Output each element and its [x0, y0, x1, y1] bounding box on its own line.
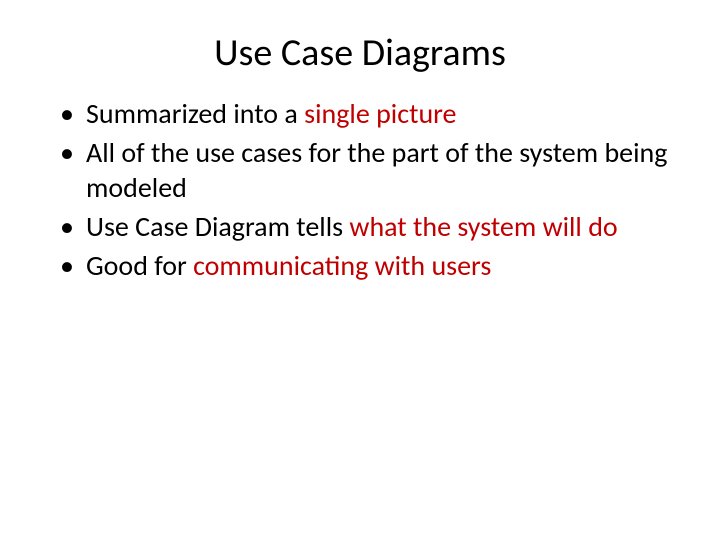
- bullet-text-pre: Use Case Diagram tells: [86, 209, 349, 244]
- bullet-text-emphasis: communicating with users: [193, 248, 491, 283]
- bullet-text-pre: All of the use cases for the part of the…: [86, 135, 667, 205]
- list-item: Use Case Diagram tells what the system w…: [60, 209, 690, 244]
- bullet-text-pre: Summarized into a: [86, 96, 304, 131]
- bullet-text-pre: Good for: [86, 248, 193, 283]
- bullet-text-emphasis: what the system will do: [349, 209, 617, 244]
- list-item: All of the use cases for the part of the…: [60, 135, 690, 205]
- list-item: Good for communicating with users: [60, 248, 690, 283]
- bullet-text-emphasis: single picture: [304, 96, 456, 131]
- slide-title: Use Case Diagrams: [30, 30, 690, 76]
- list-item: Summarized into a single picture: [60, 96, 690, 131]
- bullet-list: Summarized into a single picture All of …: [30, 96, 690, 283]
